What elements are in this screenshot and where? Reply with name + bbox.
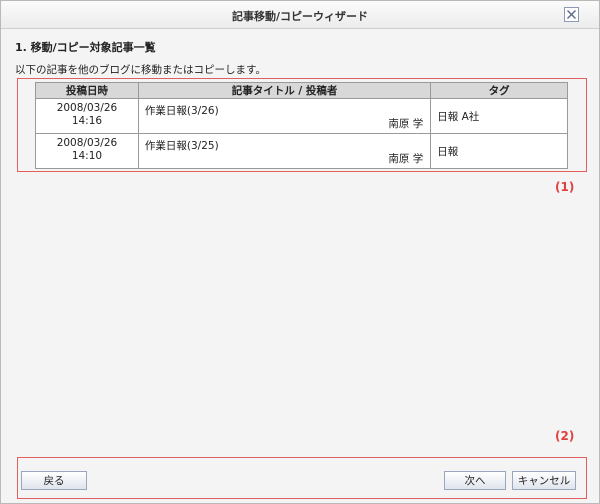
- article-list-area: 投稿日時 記事タイトル / 投稿者 タグ 2008/03/26 14:16 作業…: [17, 78, 587, 172]
- annotation-marker-1: (1): [555, 180, 575, 194]
- article-table: 投稿日時 記事タイトル / 投稿者 タグ 2008/03/26 14:16 作業…: [35, 82, 568, 169]
- column-header-tags: タグ: [430, 82, 568, 99]
- column-header-title-author: 記事タイトル / 投稿者: [137, 82, 432, 99]
- article-tags: 日報: [430, 133, 568, 169]
- article-author: 南原 学: [388, 118, 424, 130]
- table-header-row: 投稿日時 記事タイトル / 投稿者 タグ: [35, 82, 568, 99]
- cancel-button[interactable]: キャンセル: [512, 471, 576, 490]
- article-author: 南原 学: [388, 153, 424, 165]
- post-datetime: 2008/03/26 14:10: [35, 133, 139, 169]
- post-time: 14:10: [71, 150, 103, 162]
- title-author-cell: 作業日報(3/25) 南原 学: [137, 133, 432, 169]
- dialog-title: 記事移動/コピーウィザード: [231, 10, 369, 23]
- article-title: 作業日報(3/25): [144, 140, 219, 152]
- post-datetime: 2008/03/26 14:16: [35, 98, 139, 134]
- table-row: 2008/03/26 14:16 作業日報(3/26) 南原 学 日報 A社: [35, 98, 568, 134]
- close-button[interactable]: [564, 7, 579, 22]
- post-date: 2008/03/26: [56, 102, 118, 114]
- table-row: 2008/03/26 14:10 作業日報(3/25) 南原 学 日報: [35, 133, 568, 169]
- wizard-dialog: 記事移動/コピーウィザード 1. 移動/コピー対象記事一覧 以下の記事を他のブロ…: [0, 0, 600, 504]
- section-description: 以下の記事を他のブログに移動またはコピーします。: [15, 64, 266, 76]
- title-author-cell: 作業日報(3/26) 南原 学: [137, 98, 432, 134]
- article-tags: 日報 A社: [430, 98, 568, 134]
- next-button[interactable]: 次へ: [444, 471, 506, 490]
- back-button[interactable]: 戻る: [21, 471, 87, 490]
- article-title: 作業日報(3/26): [144, 105, 219, 117]
- dialog-titlebar: 記事移動/コピーウィザード: [1, 1, 599, 29]
- annotation-marker-2: (2): [555, 429, 575, 443]
- post-time: 14:16: [71, 115, 103, 127]
- post-date: 2008/03/26: [56, 137, 118, 149]
- section-title: 1. 移動/コピー対象記事一覧: [15, 41, 156, 54]
- button-bar: 戻る 次へ キャンセル: [17, 457, 587, 499]
- close-icon: [567, 10, 576, 19]
- column-header-date: 投稿日時: [35, 82, 139, 99]
